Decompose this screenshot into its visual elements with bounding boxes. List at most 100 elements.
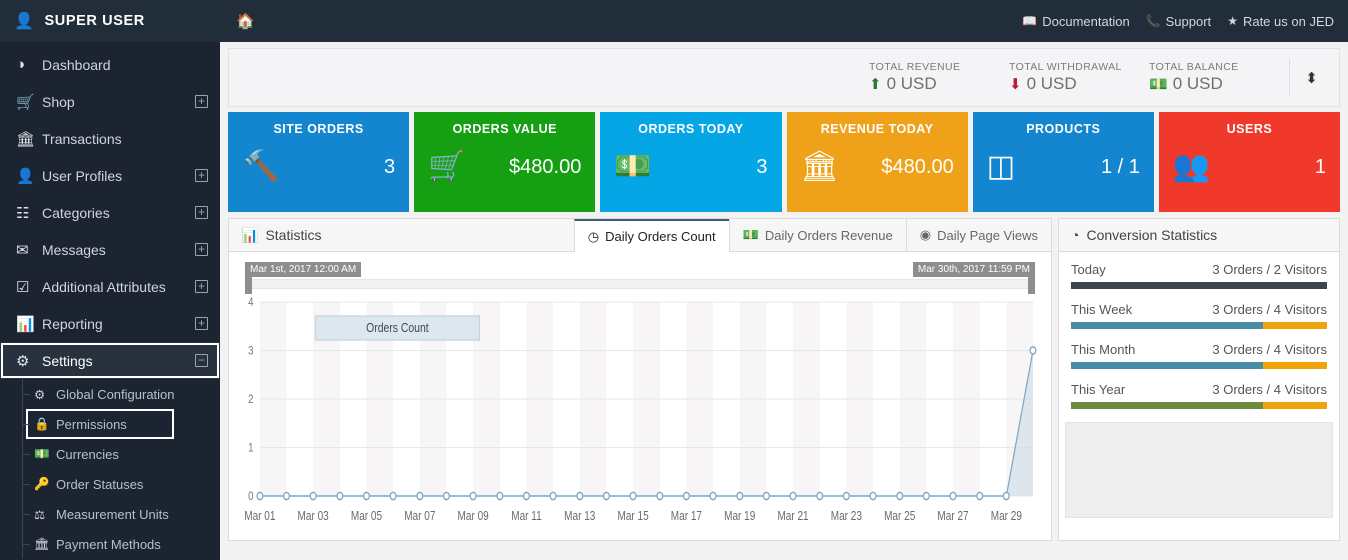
expand-icon[interactable]: + <box>195 95 208 108</box>
tile-orders-today[interactable]: ORDERS TODAY 💵 3 <box>600 112 782 212</box>
conversion-label: Today <box>1071 262 1106 277</box>
collapse-icon[interactable]: − <box>195 354 208 367</box>
conversion-bar <box>1071 402 1327 409</box>
total-withdrawal-label: TOTAL WITHDRAWAL <box>1009 61 1122 73</box>
sidebar-subitem-label: Currencies <box>56 446 119 462</box>
sidebar-subitem-payment-methods[interactable]: 🏛 Payment Methods <box>0 529 220 559</box>
money-bill-icon: 💵 <box>614 150 652 183</box>
conversion-row-today: Today 3 Orders / 2 Visitors <box>1071 262 1327 289</box>
statistics-panel: 📊 Statistics ◷ Daily Orders Count 💵 Dail… <box>228 218 1052 541</box>
sidebar-item-label: User Profiles <box>42 167 123 184</box>
users-icon: 👥 <box>1172 150 1211 183</box>
conversion-header: ◔ Conversion Statistics <box>1059 219 1339 252</box>
svg-text:Mar 23: Mar 23 <box>831 510 862 523</box>
home-icon[interactable]: 🏠 <box>236 12 255 30</box>
sidebar-item-categories[interactable]: ☷ Categories + <box>0 194 220 231</box>
tile-site-orders[interactable]: SITE ORDERS 🔨 3 <box>228 112 410 212</box>
conversion-panel: ◔ Conversion Statistics Today 3 Orders /… <box>1058 218 1340 541</box>
expand-icon[interactable]: + <box>195 206 208 219</box>
svg-text:2: 2 <box>248 393 253 406</box>
bar-secondary <box>1263 362 1327 369</box>
tile-title: ORDERS VALUE <box>452 122 557 136</box>
tile-products[interactable]: PRODUCTS ◫ 1 / 1 <box>972 112 1154 212</box>
svg-text:3: 3 <box>248 345 253 358</box>
range-start-label: Mar 1st, 2017 12:00 AM <box>245 262 362 277</box>
documentation-link[interactable]: 📖 Documentation <box>1022 14 1129 29</box>
content: TOTAL REVENUE ⬆ 0 USD TOTAL WITHDRAWAL ⬇… <box>220 42 1348 541</box>
sidebar-item-label: Messages <box>42 241 106 258</box>
svg-text:Mar 17: Mar 17 <box>671 510 702 523</box>
lock-icon: 🔒 <box>34 416 50 431</box>
cart-icon: 🛒 <box>16 93 35 111</box>
date-range-slider[interactable]: Mar 1st, 2017 12:00 AM Mar 30th, 2017 11… <box>245 262 1035 294</box>
tab-label: Daily Page Views <box>937 227 1038 243</box>
sidebar-subitem-order-statuses[interactable]: 🔑 Order Statuses <box>0 469 220 499</box>
svg-text:Mar 27: Mar 27 <box>937 510 968 523</box>
range-track[interactable] <box>245 279 1035 289</box>
sidebar-subitem-global-configuration[interactable]: ⚙ Global Configuration <box>0 379 220 409</box>
range-handle-start[interactable] <box>245 275 252 294</box>
sidebar-subitem-measurement-units[interactable]: ⚖ Measurement Units <box>0 499 220 529</box>
clock-icon: ◷ <box>587 228 600 244</box>
tile-users[interactable]: USERS 👥 1 <box>1158 112 1341 212</box>
svg-text:Mar 25: Mar 25 <box>884 510 915 523</box>
svg-text:Mar 07: Mar 07 <box>404 510 435 523</box>
tile-orders-value[interactable]: ORDERS VALUE 🛒 $480.00 <box>414 112 596 212</box>
bar-secondary <box>1263 402 1327 409</box>
tile-title: PRODUCTS <box>1026 122 1101 136</box>
conversion-value: 3 Orders / 4 Visitors <box>1212 302 1327 317</box>
conversion-placeholder <box>1065 422 1333 518</box>
tile-value: $480.00 <box>509 155 582 178</box>
svg-text:Mar 29: Mar 29 <box>991 510 1022 523</box>
sidebar-item-user-profiles[interactable]: 👤 User Profiles + <box>0 157 220 194</box>
tab-daily-orders-count[interactable]: ◷ Daily Orders Count <box>573 219 729 252</box>
user-icon: 👤 <box>14 13 35 30</box>
chart-svg: 0 1 2 3 4 Mar 01 Mar 03 Mar 05 Mar 07 Mar 09 Mar 1… <box>244 296 1037 523</box>
speedometer-icon: ◑ <box>16 56 26 73</box>
tab-daily-orders-revenue[interactable]: 💵 Daily Orders Revenue <box>728 219 906 251</box>
tile-revenue-today[interactable]: REVENUE TODAY 🏛 $480.00 <box>786 112 968 212</box>
sidebar-item-transactions[interactable]: 🏛 Transactions <box>0 120 220 157</box>
sidebar-item-additional-attributes[interactable]: ☑ Additional Attributes + <box>0 268 220 305</box>
rate-us-link[interactable]: ★ Rate us on JED <box>1227 14 1334 29</box>
sidebar-item-settings[interactable]: ⚙ Settings − <box>0 342 220 379</box>
bank-icon: 🏛 <box>800 150 839 183</box>
sidebar-subitem-currencies[interactable]: 💵 Currencies <box>0 439 220 469</box>
conversion-bar <box>1071 322 1327 329</box>
expand-icon[interactable]: + <box>195 280 208 293</box>
bar-chart-icon: 📊 <box>16 315 35 333</box>
total-revenue-value: 0 USD <box>886 74 937 93</box>
sidebar-subitem-permissions[interactable]: 🔒 Permissions <box>22 409 174 439</box>
user-icon: 👤 <box>16 167 35 185</box>
total-revenue: TOTAL REVENUE ⬆ 0 USD <box>869 61 1009 94</box>
sidebar-subitem-label: Permissions <box>56 416 127 432</box>
sort-updown-icon[interactable]: ⬍ <box>1289 59 1333 96</box>
conversion-value: 3 Orders / 2 Visitors <box>1212 262 1327 277</box>
total-withdrawal-value: 0 USD <box>1026 74 1077 93</box>
support-link[interactable]: 📞 Support <box>1146 14 1212 29</box>
conversion-value: 3 Orders / 4 Visitors <box>1212 382 1327 397</box>
total-balance-value: 0 USD <box>1172 74 1223 93</box>
sidebar-item-messages[interactable]: ✉ Messages + <box>0 231 220 268</box>
sidebar-item-label: Transactions <box>42 130 122 147</box>
gears-icon: ⚙ <box>34 387 46 402</box>
sitemap-icon: ☷ <box>16 204 30 222</box>
sidebar-item-shop[interactable]: 🛒 Shop + <box>0 83 220 120</box>
balance-scale-icon: ⚖ <box>34 507 46 522</box>
bank-icon: 🏛 <box>16 130 36 148</box>
tile-value: 3 <box>756 155 768 178</box>
expand-icon[interactable]: + <box>195 317 208 330</box>
bar-primary <box>1071 282 1327 289</box>
bank-icon: 🏛 <box>34 536 50 551</box>
brand-label: SUPER USER <box>44 13 145 29</box>
expand-icon[interactable]: + <box>195 169 208 182</box>
svg-text:Mar 19: Mar 19 <box>724 510 755 523</box>
range-handle-end[interactable] <box>1028 275 1035 294</box>
topbar: 🏠 📖 Documentation 📞 Support ★ Rate us on… <box>220 0 1348 42</box>
tab-daily-page-views[interactable]: ◉ Daily Page Views <box>905 219 1051 251</box>
sidebar-item-label: Shop <box>42 93 75 110</box>
sidebar-item-reporting[interactable]: 📊 Reporting + <box>0 305 220 342</box>
orders-count-line-chart: 0 1 2 3 4 Mar 01 Mar 03 Mar 05 Mar 07 Mar 09 Mar 1… <box>239 294 1041 534</box>
sidebar-item-dashboard[interactable]: ◑ Dashboard <box>0 46 220 83</box>
expand-icon[interactable]: + <box>195 243 208 256</box>
